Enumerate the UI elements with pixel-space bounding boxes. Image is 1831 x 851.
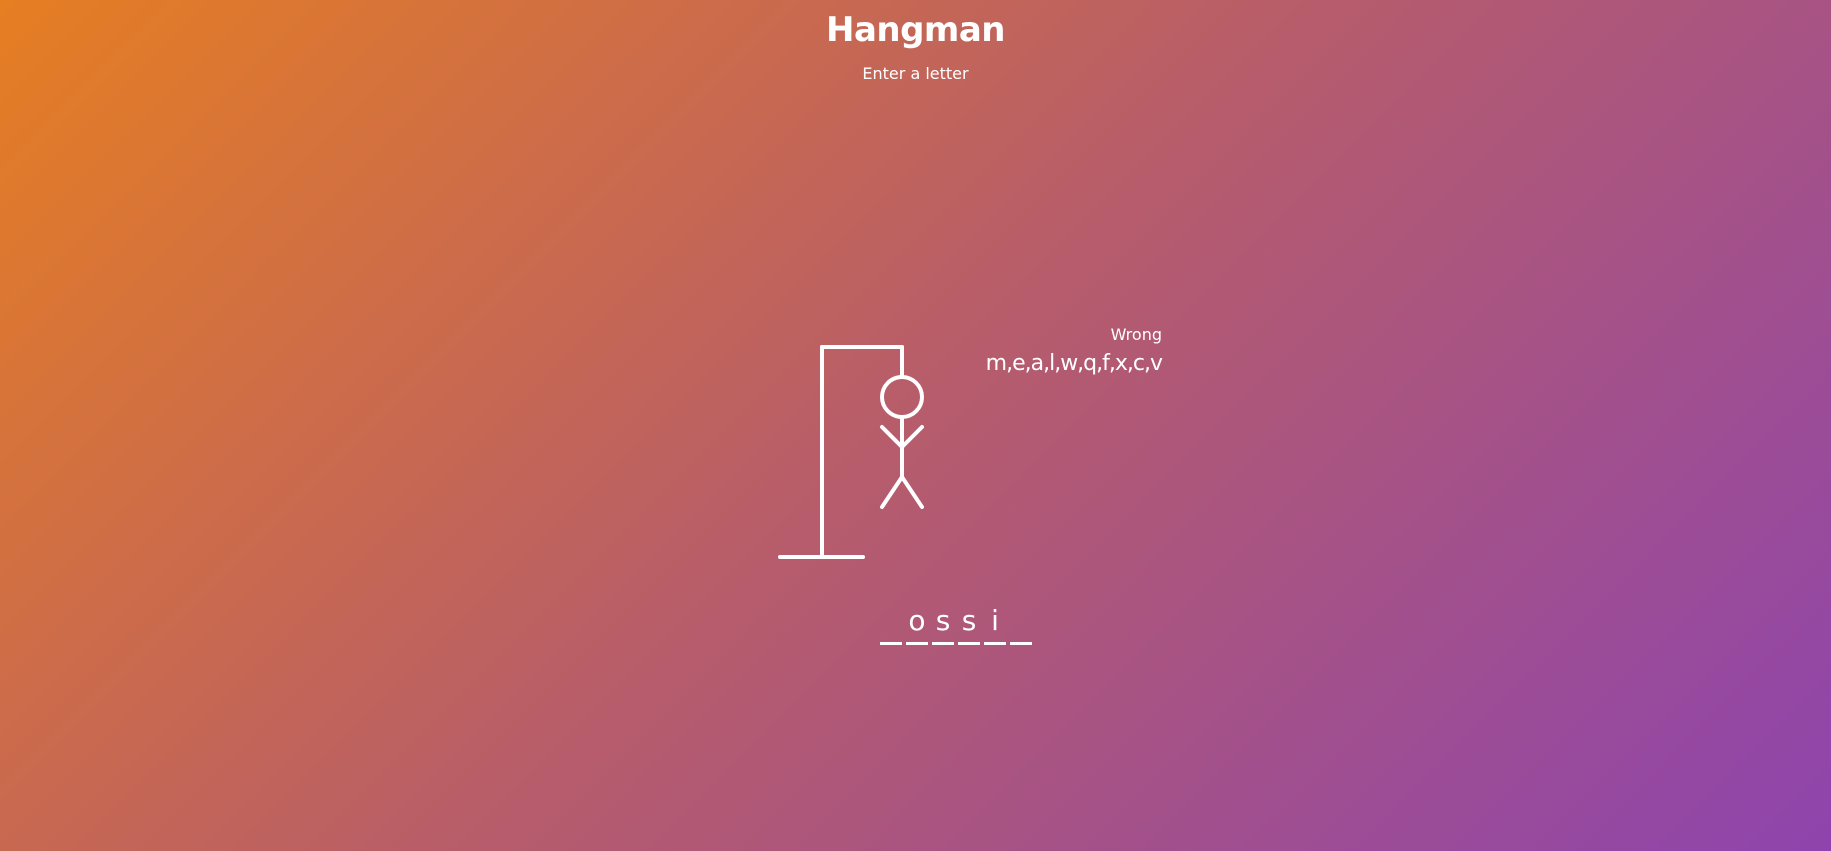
word-slot: s — [932, 603, 954, 645]
hangman-right-leg — [900, 475, 924, 509]
word-slot — [880, 603, 902, 645]
instruction-text: Enter a letter — [862, 64, 969, 83]
hangman-left-leg — [880, 475, 904, 509]
word-slot: s — [958, 603, 980, 645]
wrong-label: Wrong — [1110, 325, 1162, 344]
hangman-left-arm — [880, 425, 904, 449]
hangman-figure — [778, 345, 924, 559]
page-title: Hangman — [825, 10, 1006, 50]
wrong-letters-list: m,e,a,l,w,q,f,x,c,v — [985, 351, 1163, 376]
word-display: o s s i — [880, 603, 1032, 645]
hangman-head — [880, 375, 924, 419]
hangman-right-arm — [900, 425, 924, 449]
word-slot: o — [906, 603, 928, 645]
wrong-letters-panel: Wrong m,e,a,l,w,q,f,x,c,v — [980, 325, 1163, 379]
word-slot — [1010, 603, 1032, 645]
word-slot: i — [984, 603, 1006, 645]
